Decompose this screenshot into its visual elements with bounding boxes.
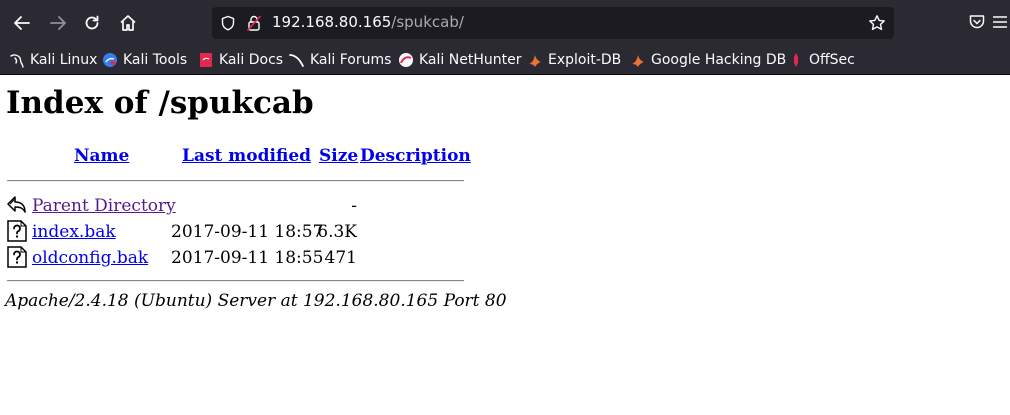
bookmark-star-icon[interactable] <box>868 14 886 32</box>
url-path: /spukcab/ <box>391 13 464 31</box>
url-host: 192.168.80.165 <box>272 13 392 31</box>
url-text[interactable]: 192.168.80.165/spukcab/ <box>272 13 464 31</box>
app-menu-icon[interactable] <box>990 13 1008 31</box>
bookmark-kali-tools[interactable]: Kali Tools <box>102 50 187 70</box>
bookmark-offsec[interactable]: OffSec <box>788 50 855 70</box>
forward-button[interactable] <box>44 9 72 37</box>
bookmark-kali-nethunter[interactable]: Kali NetHunter <box>398 50 521 70</box>
file-size: 6.3K <box>317 222 357 242</box>
bookmark-label: Exploit-DB <box>548 52 622 68</box>
ghdb-icon <box>632 55 644 67</box>
nethunter-icon <box>399 53 413 67</box>
sort-by-name-link[interactable]: Name <box>74 146 129 166</box>
insecure-lock-icon[interactable] <box>246 14 262 32</box>
sort-by-size-link[interactable]: Size <box>319 146 358 166</box>
bookmark-kali-forums[interactable]: Kali Forums <box>289 50 391 70</box>
bookmark-label: Kali NetHunter <box>419 52 522 68</box>
home-icon <box>120 15 136 31</box>
file-modified: 2017-09-11 18:55 <box>171 248 324 268</box>
footer-divider <box>7 280 464 282</box>
exploit-db-icon <box>529 55 541 67</box>
bookmark-label: Kali Tools <box>123 52 188 68</box>
browser-toolbar: 192.168.80.165/spukcab/ <box>0 0 1010 46</box>
server-signature: Apache/2.4.18 (Ubuntu) Server at 192.168… <box>5 291 507 311</box>
back-folder-icon <box>7 194 27 216</box>
file-size: 471 <box>324 248 357 268</box>
kali-docs-icon <box>200 53 212 67</box>
bookmark-label: Google Hacking DB <box>651 52 787 68</box>
sort-by-last-modified-link[interactable]: Last modified <box>182 146 311 166</box>
pocket-icon[interactable] <box>968 13 986 31</box>
bookmark-label: Kali Docs <box>219 52 284 68</box>
header-divider <box>7 180 464 182</box>
file-modified: 2017-09-11 18:57 <box>171 222 324 242</box>
home-button[interactable] <box>114 9 142 37</box>
kali-forums-icon <box>289 54 304 67</box>
offsec-icon <box>794 53 798 67</box>
kali-tools-icon <box>103 53 117 67</box>
reload-button[interactable] <box>78 9 106 37</box>
unknown-file-icon <box>7 246 27 268</box>
tracking-shield-icon[interactable] <box>220 15 236 31</box>
page-title: Index of /spukcab <box>6 85 314 121</box>
unknown-file-icon <box>7 220 27 242</box>
sort-by-description-link[interactable]: Description <box>360 146 471 166</box>
kali-dragon-icon <box>10 54 24 68</box>
parent-size: - <box>351 196 357 216</box>
bookmark-google-hacking-db[interactable]: Google Hacking DB <box>630 50 786 70</box>
file-link-index-bak[interactable]: index.bak <box>32 222 116 242</box>
bookmark-kali-docs[interactable]: Kali Docs <box>198 50 283 70</box>
bookmark-label: Kali Forums <box>310 52 392 68</box>
bookmark-exploit-db[interactable]: Exploit-DB <box>527 50 621 70</box>
bookmark-kali-linux[interactable]: Kali Linux <box>9 50 97 70</box>
page-content: Index of /spukcab Name Last modified Siz… <box>0 75 1010 415</box>
bookmarks-toolbar: Kali Linux Kali Tools Kali Docs Kali For… <box>0 46 1010 75</box>
forward-arrow-icon <box>50 16 66 30</box>
back-arrow-icon <box>14 16 30 30</box>
file-link-oldconfig-bak[interactable]: oldconfig.bak <box>32 248 148 268</box>
reload-icon <box>85 15 99 30</box>
bookmark-label: Kali Linux <box>30 52 98 68</box>
back-button[interactable] <box>8 9 36 37</box>
bookmark-label: OffSec <box>809 52 855 68</box>
parent-directory-link[interactable]: Parent Directory <box>32 196 176 216</box>
url-bar[interactable]: 192.168.80.165/spukcab/ <box>212 7 894 39</box>
